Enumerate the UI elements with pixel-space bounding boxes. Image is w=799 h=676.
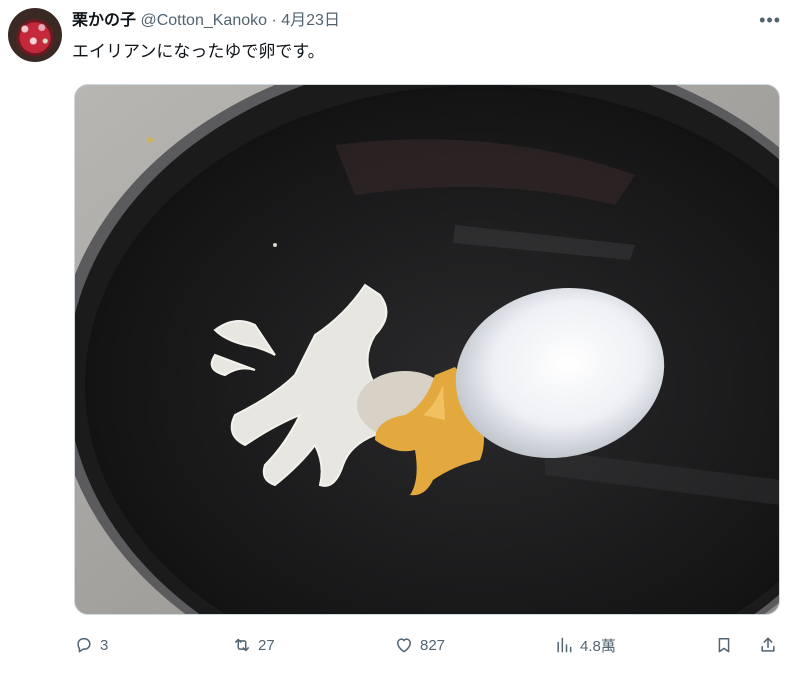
bookmark-button[interactable] [714,630,734,660]
tweet-date[interactable]: 4月23日 [281,12,340,29]
retweet-button[interactable]: 27 [232,630,275,660]
user-handle[interactable]: @Cotton_Kanoko [140,12,267,29]
more-horizontal-icon[interactable]: ••• [759,10,781,31]
retweet-count: 27 [258,636,275,654]
tweet-text: エイリアンになったゆで卵です。 [72,42,325,61]
reply-icon [77,638,91,653]
tweet-photo[interactable] [74,84,780,615]
display-name[interactable]: 栗かの子 [72,12,136,29]
views-chart-icon [557,637,572,653]
boiled-egg-photo [75,85,779,614]
action-bar: 3 27 827 4.8萬 [74,630,784,660]
separator-dot: · [271,12,277,29]
tweet-header: 栗かの子 @Cotton_Kanoko · 4月23日 [72,10,340,32]
retweet-icon [235,638,249,652]
like-count: 827 [420,636,446,654]
reply-button[interactable]: 3 [74,630,108,660]
reply-count: 3 [100,636,109,654]
heart-icon [397,638,411,653]
avatar[interactable] [8,8,62,62]
share-button[interactable] [758,630,778,660]
like-button[interactable]: 827 [394,630,445,660]
bookmark-icon [718,638,730,653]
views-count: 4.8萬 [580,637,616,655]
share-icon [761,637,775,652]
views-button[interactable]: 4.8萬 [554,630,616,660]
